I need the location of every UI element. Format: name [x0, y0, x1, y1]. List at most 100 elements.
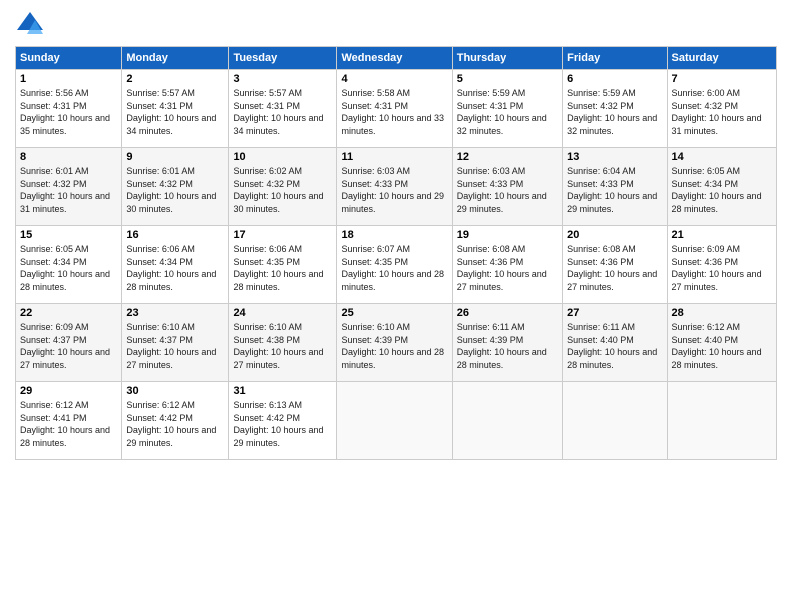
logo-icon: [15, 10, 45, 40]
header-row: SundayMondayTuesdayWednesdayThursdayFrid…: [16, 47, 777, 70]
day-number: 13: [567, 151, 662, 163]
day-info: Sunrise: 6:10 AMSunset: 4:37 PMDaylight:…: [126, 321, 224, 371]
day-number: 25: [341, 307, 447, 319]
day-cell: [667, 382, 776, 460]
day-info: Sunrise: 6:12 AMSunset: 4:40 PMDaylight:…: [672, 321, 772, 371]
day-cell: 22 Sunrise: 6:09 AMSunset: 4:37 PMDayligh…: [16, 304, 122, 382]
day-info: Sunrise: 6:13 AMSunset: 4:42 PMDaylight:…: [233, 399, 332, 449]
week-row-1: 1 Sunrise: 5:56 AMSunset: 4:31 PMDaylight…: [16, 70, 777, 148]
day-info: Sunrise: 6:10 AMSunset: 4:38 PMDaylight:…: [233, 321, 332, 371]
day-cell: 2Sunrise: 5:57 AMSunset: 4:31 PMDaylight…: [122, 70, 229, 148]
day-cell: [452, 382, 562, 460]
header-cell-saturday: Saturday: [667, 47, 776, 70]
day-cell: 27 Sunrise: 6:11 AMSunset: 4:40 PMDayligh…: [563, 304, 667, 382]
calendar-table: SundayMondayTuesdayWednesdayThursdayFrid…: [15, 46, 777, 460]
day-cell: 10Sunrise: 6:02 AMSunset: 4:32 PMDayligh…: [229, 148, 337, 226]
day-number: 3: [233, 73, 332, 85]
header-cell-tuesday: Tuesday: [229, 47, 337, 70]
day-cell: 17Sunrise: 6:06 AMSunset: 4:35 PMDayligh…: [229, 226, 337, 304]
day-cell: 9 Sunrise: 6:01 AMSunset: 4:32 PMDaylight…: [122, 148, 229, 226]
day-cell: 4 Sunrise: 5:58 AMSunset: 4:31 PMDaylight…: [337, 70, 452, 148]
day-info: Sunrise: 5:57 AMSunset: 4:31 PMDaylight:…: [126, 87, 224, 137]
day-cell: 28Sunrise: 6:12 AMSunset: 4:40 PMDayligh…: [667, 304, 776, 382]
day-cell: 6 Sunrise: 5:59 AMSunset: 4:32 PMDaylight…: [563, 70, 667, 148]
day-number: 10: [233, 151, 332, 163]
week-row-5: 29 Sunrise: 6:12 AMSunset: 4:41 PMDayligh…: [16, 382, 777, 460]
day-number: 26: [457, 307, 558, 319]
day-cell: 26 Sunrise: 6:11 AMSunset: 4:39 PMDayligh…: [452, 304, 562, 382]
day-info: Sunrise: 6:01 AMSunset: 4:32 PMDaylight:…: [20, 165, 117, 215]
day-number: 23: [126, 307, 224, 319]
day-info: Sunrise: 6:01 AMSunset: 4:32 PMDaylight:…: [126, 165, 224, 215]
day-cell: 16Sunrise: 6:06 AMSunset: 4:34 PMDayligh…: [122, 226, 229, 304]
day-info: Sunrise: 5:59 AMSunset: 4:32 PMDaylight:…: [567, 87, 662, 137]
day-number: 30: [126, 385, 224, 397]
day-number: 22: [20, 307, 117, 319]
day-info: Sunrise: 6:03 AMSunset: 4:33 PMDaylight:…: [341, 165, 447, 215]
day-number: 9: [126, 151, 224, 163]
day-info: Sunrise: 5:57 AMSunset: 4:31 PMDaylight:…: [233, 87, 332, 137]
day-cell: 31 Sunrise: 6:13 AMSunset: 4:42 PMDayligh…: [229, 382, 337, 460]
day-cell: 23 Sunrise: 6:10 AMSunset: 4:37 PMDayligh…: [122, 304, 229, 382]
day-cell: 8Sunrise: 6:01 AMSunset: 4:32 PMDaylight…: [16, 148, 122, 226]
header: [15, 10, 777, 40]
header-cell-friday: Friday: [563, 47, 667, 70]
day-info: Sunrise: 6:08 AMSunset: 4:36 PMDaylight:…: [567, 243, 662, 293]
day-number: 16: [126, 229, 224, 241]
page: SundayMondayTuesdayWednesdayThursdayFrid…: [0, 0, 792, 612]
calendar-body: 1 Sunrise: 5:56 AMSunset: 4:31 PMDaylight…: [16, 70, 777, 460]
week-row-4: 22 Sunrise: 6:09 AMSunset: 4:37 PMDayligh…: [16, 304, 777, 382]
day-cell: 15 Sunrise: 6:05 AMSunset: 4:34 PMDayligh…: [16, 226, 122, 304]
day-number: 29: [20, 385, 117, 397]
day-cell: 21 Sunrise: 6:09 AMSunset: 4:36 PMDayligh…: [667, 226, 776, 304]
header-cell-thursday: Thursday: [452, 47, 562, 70]
day-info: Sunrise: 6:03 AMSunset: 4:33 PMDaylight:…: [457, 165, 558, 215]
day-number: 11: [341, 151, 447, 163]
day-number: 7: [672, 73, 772, 85]
day-cell: 29 Sunrise: 6:12 AMSunset: 4:41 PMDayligh…: [16, 382, 122, 460]
day-cell: [563, 382, 667, 460]
day-number: 18: [341, 229, 447, 241]
day-info: Sunrise: 6:12 AMSunset: 4:41 PMDaylight:…: [20, 399, 117, 449]
logo: [15, 10, 48, 40]
day-cell: 11 Sunrise: 6:03 AMSunset: 4:33 PMDayligh…: [337, 148, 452, 226]
day-number: 27: [567, 307, 662, 319]
day-cell: 12 Sunrise: 6:03 AMSunset: 4:33 PMDayligh…: [452, 148, 562, 226]
day-info: Sunrise: 5:58 AMSunset: 4:31 PMDaylight:…: [341, 87, 447, 137]
day-info: Sunrise: 6:11 AMSunset: 4:39 PMDaylight:…: [457, 321, 558, 371]
day-cell: 18 Sunrise: 6:07 AMSunset: 4:35 PMDayligh…: [337, 226, 452, 304]
day-info: Sunrise: 6:09 AMSunset: 4:37 PMDaylight:…: [20, 321, 117, 371]
week-row-3: 15 Sunrise: 6:05 AMSunset: 4:34 PMDayligh…: [16, 226, 777, 304]
day-number: 31: [233, 385, 332, 397]
day-info: Sunrise: 6:09 AMSunset: 4:36 PMDaylight:…: [672, 243, 772, 293]
day-info: Sunrise: 6:07 AMSunset: 4:35 PMDaylight:…: [341, 243, 447, 293]
day-info: Sunrise: 5:56 AMSunset: 4:31 PMDaylight:…: [20, 87, 117, 137]
day-number: 21: [672, 229, 772, 241]
day-number: 1: [20, 73, 117, 85]
day-number: 14: [672, 151, 772, 163]
day-info: Sunrise: 6:06 AMSunset: 4:35 PMDaylight:…: [233, 243, 332, 293]
day-number: 19: [457, 229, 558, 241]
day-number: 6: [567, 73, 662, 85]
day-info: Sunrise: 5:59 AMSunset: 4:31 PMDaylight:…: [457, 87, 558, 137]
day-cell: 24Sunrise: 6:10 AMSunset: 4:38 PMDayligh…: [229, 304, 337, 382]
day-cell: 30 Sunrise: 6:12 AMSunset: 4:42 PMDayligh…: [122, 382, 229, 460]
day-number: 12: [457, 151, 558, 163]
day-cell: 25 Sunrise: 6:10 AMSunset: 4:39 PMDayligh…: [337, 304, 452, 382]
day-number: 4: [341, 73, 447, 85]
day-info: Sunrise: 6:05 AMSunset: 4:34 PMDaylight:…: [20, 243, 117, 293]
calendar-header: SundayMondayTuesdayWednesdayThursdayFrid…: [16, 47, 777, 70]
day-info: Sunrise: 6:00 AMSunset: 4:32 PMDaylight:…: [672, 87, 772, 137]
header-cell-sunday: Sunday: [16, 47, 122, 70]
day-info: Sunrise: 6:12 AMSunset: 4:42 PMDaylight:…: [126, 399, 224, 449]
day-info: Sunrise: 6:10 AMSunset: 4:39 PMDaylight:…: [341, 321, 447, 371]
day-cell: 3 Sunrise: 5:57 AMSunset: 4:31 PMDaylight…: [229, 70, 337, 148]
header-cell-wednesday: Wednesday: [337, 47, 452, 70]
header-cell-monday: Monday: [122, 47, 229, 70]
day-number: 15: [20, 229, 117, 241]
day-cell: 19 Sunrise: 6:08 AMSunset: 4:36 PMDayligh…: [452, 226, 562, 304]
day-info: Sunrise: 6:11 AMSunset: 4:40 PMDaylight:…: [567, 321, 662, 371]
day-info: Sunrise: 6:08 AMSunset: 4:36 PMDaylight:…: [457, 243, 558, 293]
day-info: Sunrise: 6:05 AMSunset: 4:34 PMDaylight:…: [672, 165, 772, 215]
day-cell: 1 Sunrise: 5:56 AMSunset: 4:31 PMDaylight…: [16, 70, 122, 148]
